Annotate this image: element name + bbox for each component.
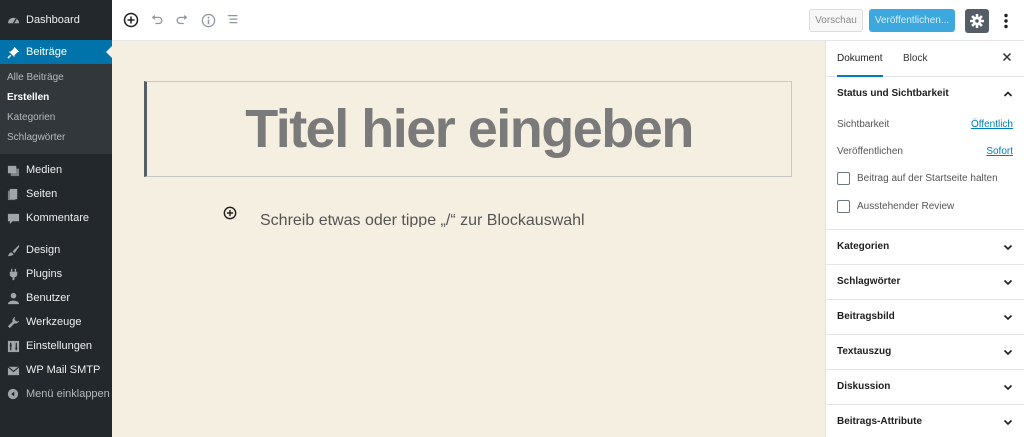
- menu-posts[interactable]: Beiträge: [0, 40, 112, 64]
- tags-header[interactable]: Schlagwörter: [826, 265, 1024, 299]
- editor-toolbar: Vorschau Veröffentlichen...: [112, 0, 1024, 41]
- featured-image-section[interactable]: Beitragsbild: [826, 300, 1024, 335]
- block-navigation-icon[interactable]: [224, 11, 242, 29]
- dashboard-icon: [6, 13, 20, 27]
- plug-icon: [6, 267, 20, 281]
- preview-button[interactable]: Vorschau: [809, 9, 863, 32]
- menu-settings-label: Einstellungen: [26, 340, 93, 352]
- tab-document[interactable]: Dokument: [837, 41, 883, 77]
- settings-toggle-button[interactable]: [965, 9, 989, 33]
- submenu-tags[interactable]: Schlagwörter: [0, 128, 112, 148]
- admin-sidebar: Dashboard Beiträge Alle Beiträge Erstell…: [0, 0, 112, 437]
- visibility-link[interactable]: Öffentlich: [971, 111, 1013, 138]
- pending-review-checkbox[interactable]: [837, 200, 850, 213]
- gear-icon: [970, 14, 984, 28]
- visibility-label: Sichtbarkeit: [837, 119, 890, 130]
- submenu-create[interactable]: Erstellen: [0, 88, 112, 108]
- menu-smtp-label: WP Mail SMTP: [26, 364, 101, 376]
- visibility-row: Sichtbarkeit Öffentlich: [826, 111, 1024, 138]
- chevron-down-icon[interactable]: [1003, 277, 1013, 287]
- post-attributes-section[interactable]: Beitrags-Attribute: [826, 405, 1024, 437]
- menu-dashboard[interactable]: Dashboard: [0, 8, 112, 32]
- status-visibility-section: Status und Sichtbarkeit Sichtbarkeit Öff…: [826, 77, 1024, 230]
- submenu-categories[interactable]: Kategorien: [0, 108, 112, 128]
- pages-icon: [6, 187, 20, 201]
- categories-section[interactable]: Kategorien: [826, 230, 1024, 265]
- menu-tools-label: Werkzeuge: [26, 316, 82, 328]
- collapse-icon: [6, 387, 20, 401]
- post-title-placeholder[interactable]: Titel hier eingeben: [147, 82, 791, 176]
- submenu-all-posts[interactable]: Alle Beiträge: [0, 68, 112, 88]
- chevron-down-icon[interactable]: [1003, 382, 1013, 392]
- publish-time-link[interactable]: Sofort: [986, 138, 1013, 165]
- wrench-icon: [6, 315, 20, 329]
- sticky-label: Beitrag auf der Startseite halten: [857, 173, 998, 184]
- user-icon: [6, 291, 20, 305]
- tags-section[interactable]: Schlagwörter: [826, 265, 1024, 300]
- tab-block[interactable]: Block: [903, 41, 927, 77]
- panel-tabs: Dokument Block: [826, 41, 1024, 77]
- brush-icon: [6, 243, 20, 257]
- mail-icon: [6, 363, 20, 377]
- menu-settings[interactable]: Einstellungen: [0, 334, 112, 358]
- review-row: Ausstehender Review: [826, 193, 1024, 221]
- redo-icon[interactable]: [173, 11, 191, 29]
- paragraph-placeholder[interactable]: Schreib etwas oder tippe „/“ zur Blockau…: [260, 211, 585, 227]
- menu-smtp[interactable]: WP Mail SMTP: [0, 358, 112, 382]
- post-title-block[interactable]: Titel hier eingeben: [144, 81, 792, 177]
- pending-review-label: Ausstehender Review: [857, 201, 955, 212]
- menu-plugins-label: Plugins: [26, 268, 63, 280]
- menu-collapse[interactable]: Menü einklappen: [0, 382, 112, 406]
- menu-comments-label: Kommentare: [26, 212, 89, 224]
- menu-pages-label: Seiten: [26, 188, 58, 200]
- info-icon[interactable]: [199, 11, 217, 29]
- editor-canvas: Titel hier eingeben Schreib etwas oder t…: [112, 41, 825, 437]
- excerpt-section[interactable]: Textauszug: [826, 335, 1024, 370]
- status-visibility-header[interactable]: Status und Sichtbarkeit: [826, 77, 1024, 111]
- excerpt-header[interactable]: Textauszug: [826, 335, 1024, 369]
- discussion-header[interactable]: Diskussion: [826, 370, 1024, 404]
- media-icon: [6, 163, 20, 177]
- menu-pages[interactable]: Seiten: [0, 182, 112, 206]
- settings-sidebar: Dokument Block Status und Sichtbarkeit S…: [825, 41, 1024, 437]
- publish-row: Veröffentlichen Sofort: [826, 138, 1024, 165]
- undo-icon[interactable]: [148, 11, 166, 29]
- sticky-row: Beitrag auf der Startseite halten: [826, 165, 1024, 193]
- menu-plugins[interactable]: Plugins: [0, 262, 112, 286]
- menu-users[interactable]: Benutzer: [0, 286, 112, 310]
- chevron-down-icon[interactable]: [1003, 242, 1013, 252]
- menu-comments[interactable]: Kommentare: [0, 206, 112, 230]
- chevron-down-icon[interactable]: [1003, 347, 1013, 357]
- add-block-icon[interactable]: [122, 11, 140, 29]
- post-attributes-header[interactable]: Beitrags-Attribute: [826, 405, 1024, 437]
- menu-media[interactable]: Medien: [0, 158, 112, 182]
- chevron-up-icon[interactable]: [1003, 89, 1013, 99]
- chevron-down-icon[interactable]: [1003, 312, 1013, 322]
- publish-button[interactable]: Veröffentlichen...: [869, 9, 955, 32]
- close-icon[interactable]: [1002, 52, 1014, 64]
- categories-header[interactable]: Kategorien: [826, 230, 1024, 264]
- menu-posts-label: Beiträge: [26, 46, 67, 58]
- menu-users-label: Benutzer: [26, 292, 71, 304]
- comment-icon: [6, 211, 20, 225]
- settings-icon: [6, 339, 20, 353]
- posts-submenu: Alle Beiträge Erstellen Kategorien Schla…: [0, 64, 112, 154]
- sticky-checkbox[interactable]: [837, 172, 850, 185]
- chevron-down-icon[interactable]: [1003, 417, 1013, 427]
- menu-design[interactable]: Design: [0, 238, 112, 262]
- menu-media-label: Medien: [26, 164, 63, 176]
- menu-dashboard-label: Dashboard: [26, 14, 80, 26]
- vertical-ellipsis-icon: [1004, 13, 1008, 29]
- menu-collapse-label: Menü einklappen: [26, 388, 110, 400]
- more-options-button[interactable]: [998, 10, 1014, 32]
- block-inserter-icon[interactable]: [223, 206, 237, 220]
- menu-design-label: Design: [26, 244, 61, 256]
- discussion-section[interactable]: Diskussion: [826, 370, 1024, 405]
- menu-tools[interactable]: Werkzeuge: [0, 310, 112, 334]
- pin-icon: [6, 45, 20, 59]
- publish-time-label: Veröffentlichen: [837, 146, 903, 157]
- featured-image-header[interactable]: Beitragsbild: [826, 300, 1024, 334]
